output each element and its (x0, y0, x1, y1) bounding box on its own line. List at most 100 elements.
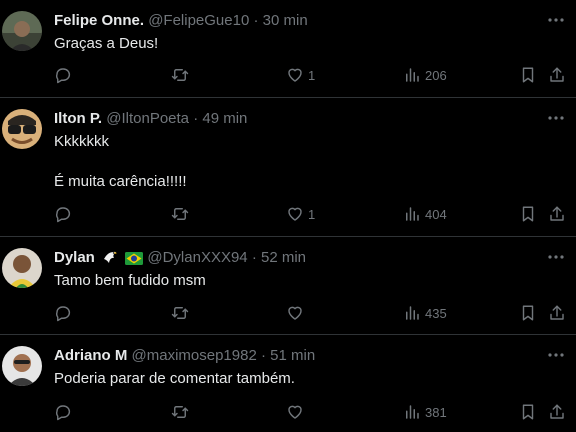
views-icon (406, 405, 419, 419)
user-handle[interactable]: @FelipeGue10 (148, 12, 249, 29)
timestamp[interactable]: 30 min (263, 12, 308, 29)
share-icon (550, 404, 564, 419)
reply-text-line: É muita carência!!!!! (54, 173, 187, 190)
more-icon[interactable] (546, 247, 566, 267)
reply-header: Felipe Onne. @FelipeGue10 · 30 min (54, 11, 536, 31)
retweet-button[interactable] (170, 63, 190, 87)
view-count: 381 (425, 404, 447, 420)
retweet-icon (171, 307, 189, 319)
separator: · (260, 347, 266, 364)
like-button[interactable]: 1 (286, 202, 315, 226)
bookmark-icon (522, 67, 534, 83)
heart-icon (288, 68, 302, 82)
user-handle[interactable]: @maximosep1982 (132, 347, 257, 364)
share-icon (550, 305, 564, 320)
views-button[interactable]: 404 (403, 202, 447, 226)
avatar[interactable] (2, 248, 42, 288)
like-count: 1 (308, 206, 316, 222)
reply-button[interactable] (54, 202, 72, 226)
avatar[interactable] (2, 11, 42, 51)
like-button[interactable] (286, 301, 308, 325)
share-button[interactable] (548, 202, 566, 226)
heart-icon (288, 405, 302, 419)
reply-header: Dylan @DylanXXX94 · 52 min (54, 248, 536, 271)
reply-button[interactable] (54, 301, 72, 325)
share-button[interactable] (548, 63, 566, 87)
reply-icon (56, 207, 71, 223)
share-icon (550, 67, 564, 82)
views-icon (406, 68, 419, 82)
bookmark-button[interactable] (519, 202, 537, 226)
reply-text: Tamo bem fudido msm (54, 271, 206, 291)
reply-text-line: Tamo bem fudido msm (54, 272, 206, 289)
retweet-button[interactable] (170, 301, 190, 325)
bookmark-button[interactable] (519, 63, 537, 87)
heart-icon (288, 306, 302, 320)
user-handle[interactable]: @IltonPoeta (106, 110, 189, 127)
heart-icon (288, 207, 302, 221)
retweet-icon (171, 208, 189, 220)
reply-header: Adriano M @maximosep1982 · 51 min (54, 346, 536, 366)
retweet-icon (171, 406, 189, 418)
view-count: 206 (425, 67, 447, 83)
action-bar: 1 404 (54, 202, 568, 226)
views-icon (406, 306, 419, 320)
views-button[interactable]: 206 (403, 63, 447, 87)
more-icon[interactable] (546, 108, 566, 128)
reply-icon (56, 405, 71, 421)
separator: · (193, 110, 199, 127)
display-name[interactable]: Ilton P. (54, 110, 102, 127)
display-name[interactable]: Dylan (54, 249, 95, 266)
reply-item[interactable]: Dylan @DylanXXX94 · 52 min Tamo bem fudi… (0, 237, 576, 335)
reply-button[interactable] (54, 63, 72, 87)
bookmark-icon (522, 206, 534, 222)
bookmark-button[interactable] (519, 301, 537, 325)
brazil-flag-icon (125, 251, 144, 271)
bookmark-icon (522, 404, 534, 420)
timestamp[interactable]: 52 min (261, 249, 306, 266)
avatar[interactable] (2, 109, 42, 149)
retweet-icon (171, 69, 189, 81)
share-button[interactable] (548, 400, 566, 424)
reply-text: Graças a Deus! (54, 34, 158, 54)
timestamp[interactable]: 49 min (202, 110, 247, 127)
share-button[interactable] (548, 301, 566, 325)
views-icon (406, 207, 419, 221)
views-button[interactable]: 435 (403, 301, 447, 325)
retweet-button[interactable] (170, 400, 190, 424)
bookmark-button[interactable] (519, 400, 537, 424)
reply-item[interactable]: Ilton P. @IltonPoeta · 49 min Kkkkkkk É … (0, 98, 576, 237)
more-icon[interactable] (546, 10, 566, 30)
action-bar: 381 (54, 400, 568, 424)
reply-header: Ilton P. @IltonPoeta · 49 min (54, 109, 536, 129)
reply-text-line: Graças a Deus! (54, 35, 159, 52)
separator: · (251, 249, 257, 266)
action-bar: 435 (54, 301, 568, 325)
like-button[interactable] (286, 400, 308, 424)
reply-icon (56, 306, 71, 322)
display-name[interactable]: Adriano M (54, 347, 127, 364)
action-bar: 1 206 (54, 63, 568, 87)
share-icon (550, 206, 564, 221)
reply-text: Poderia parar de comentar também. (54, 369, 295, 389)
reply-button[interactable] (54, 400, 72, 424)
like-button[interactable]: 1 (286, 63, 315, 87)
bookmark-icon (522, 305, 534, 321)
reply-text: Kkkkkkk É muita carência!!!!! (54, 132, 187, 192)
view-count: 404 (425, 206, 447, 222)
separator: · (253, 12, 259, 29)
reply-item[interactable]: Felipe Onne. @FelipeGue10 · 30 min Graça… (0, 0, 576, 98)
reply-icon (56, 68, 71, 84)
reply-text-line: Poderia parar de comentar também. (54, 370, 295, 387)
like-count: 1 (308, 67, 316, 83)
reply-feed: Felipe Onne. @FelipeGue10 · 30 min Graça… (0, 0, 576, 432)
more-icon[interactable] (546, 345, 566, 365)
retweet-button[interactable] (170, 202, 190, 226)
reply-item[interactable]: Adriano M @maximosep1982 · 51 min Poderi… (0, 335, 576, 432)
views-button[interactable]: 381 (403, 400, 447, 424)
user-handle[interactable]: @DylanXXX94 (147, 249, 247, 266)
avatar[interactable] (2, 346, 42, 386)
timestamp[interactable]: 51 min (270, 347, 315, 364)
view-count: 435 (425, 305, 447, 321)
display-name[interactable]: Felipe Onne. (54, 12, 144, 29)
